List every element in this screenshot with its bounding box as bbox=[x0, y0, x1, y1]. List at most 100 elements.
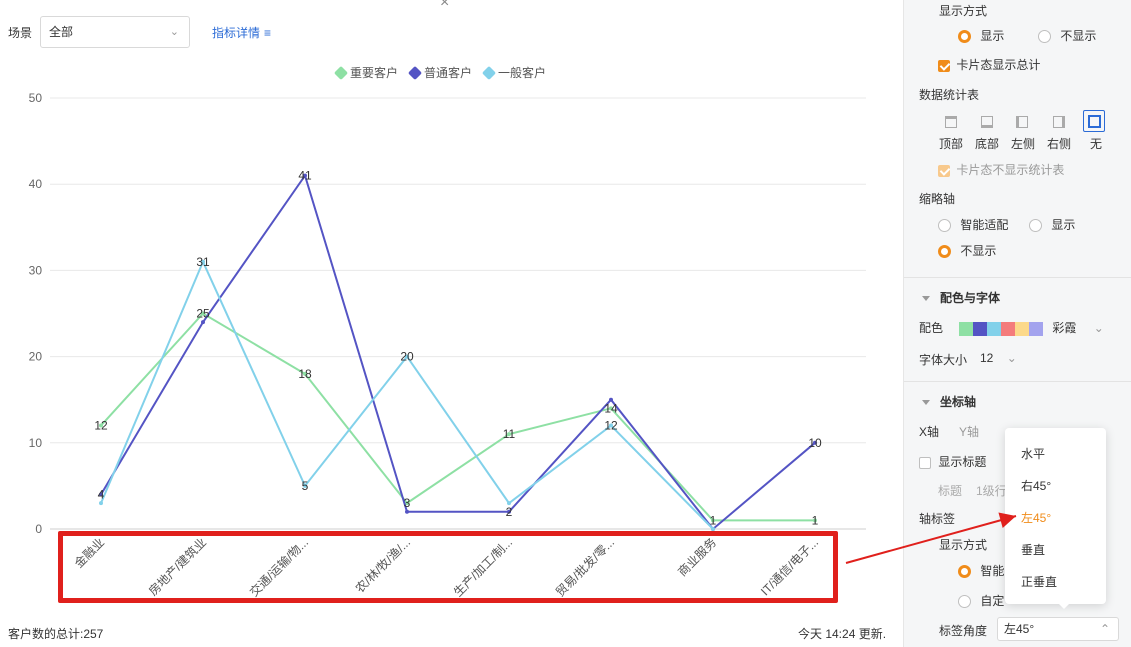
show-title-label: 显示标题 bbox=[938, 455, 987, 469]
legend-label: 一般客户 bbox=[498, 66, 547, 80]
scene-select[interactable]: 全部 ⌄ bbox=[40, 16, 190, 48]
palette-swatch bbox=[1029, 321, 1043, 336]
legend-item[interactable]: 一般客户 bbox=[481, 64, 547, 81]
chevron-down-icon: ⌄ bbox=[1093, 321, 1104, 335]
x-tick-label: 交通/运输/物... bbox=[246, 535, 311, 600]
palette-swatch bbox=[959, 321, 973, 336]
color-label: 配色 bbox=[919, 321, 944, 335]
checkbox-icon bbox=[919, 456, 931, 469]
data-label: 31 bbox=[196, 255, 210, 269]
y-tick-label: 40 bbox=[29, 177, 43, 191]
thumb-show-option[interactable]: 显示 bbox=[1029, 216, 1075, 233]
dropdown-caret bbox=[1057, 602, 1071, 609]
label-angle-label: 标签角度 bbox=[939, 624, 988, 638]
display-hide-option[interactable]: 不显示 bbox=[1038, 27, 1096, 44]
scene-value: 全部 bbox=[49, 25, 74, 39]
y-tick-label: 30 bbox=[29, 263, 43, 277]
palette-swatch bbox=[987, 321, 1001, 336]
data-label: 4 bbox=[98, 488, 105, 502]
data-point bbox=[99, 501, 103, 506]
x-tick-label: 房地产/建筑业 bbox=[145, 535, 209, 599]
y-tick-label: 0 bbox=[35, 522, 42, 536]
scene-label: 场景 bbox=[8, 26, 33, 40]
dropdown-option-vertical[interactable]: 垂直 bbox=[1021, 541, 1045, 558]
x-tick-label: 金融业 bbox=[71, 535, 107, 571]
legend-marker bbox=[333, 65, 349, 80]
y-tick-label: 10 bbox=[29, 436, 43, 450]
palette-swatches bbox=[959, 321, 1043, 336]
label-angle-value: 左45° bbox=[1004, 622, 1035, 636]
legend-label: 重要客户 bbox=[350, 66, 399, 80]
chart-legend: 重要客户 普通客户 一般客户 bbox=[333, 64, 547, 81]
data-label: 10 bbox=[808, 436, 822, 450]
legend-item[interactable]: 普通客户 bbox=[407, 64, 472, 81]
layout-left-icon bbox=[1016, 116, 1028, 128]
y-tick-label: 50 bbox=[29, 91, 43, 105]
axis-label-title: 轴标签 bbox=[919, 512, 956, 526]
series-line bbox=[100, 312, 815, 522]
root: × 场景 全部 ⌄ 指标详情 ≡ 重要客户 普通客户 一般客户 0 10 20 30 40… bbox=[0, 0, 1131, 647]
stats-right-label: 右侧 bbox=[1047, 137, 1072, 151]
thumb-axis-title: 缩略轴 bbox=[919, 192, 956, 206]
layout-top-icon bbox=[945, 116, 957, 128]
thumb-show-label: 显示 bbox=[1051, 218, 1076, 232]
chevron-down-icon: ⌄ bbox=[169, 26, 179, 38]
axis-section[interactable]: 坐标轴 bbox=[922, 393, 976, 410]
palette-swatch bbox=[1015, 321, 1029, 336]
display-mode-title: 显示方式 bbox=[939, 4, 988, 18]
metric-detail-link[interactable]: 指标详情 ≡ bbox=[212, 24, 271, 41]
stats-none-label: 无 bbox=[1090, 137, 1103, 151]
stats-bottom-option[interactable] bbox=[976, 111, 998, 133]
axis-title: 坐标轴 bbox=[940, 395, 977, 409]
radio-icon bbox=[958, 30, 971, 44]
data-label: 14 bbox=[604, 401, 618, 415]
radio-icon bbox=[958, 565, 971, 579]
palette-swatch bbox=[1001, 321, 1015, 336]
tab-x-axis[interactable]: X轴 bbox=[919, 423, 939, 440]
display-hide-label: 不显示 bbox=[1060, 29, 1097, 43]
x-tick-label: 生产/加工/制... bbox=[451, 535, 515, 599]
thumb-smart-option[interactable]: 智能适配 bbox=[938, 216, 1008, 233]
y-tick-label: 20 bbox=[29, 350, 43, 364]
checkbox-icon bbox=[938, 59, 950, 72]
label-angle-dropdown: 水平 右45° 左45° 垂直 正垂直 bbox=[1005, 428, 1106, 609]
x-tick-label: IT/通信/电子... bbox=[758, 535, 821, 598]
line-chart: 0 10 20 30 40 50 12 4 31 25 41 18 5 20 3 11 2 14 12 1 10 1 金融业… bbox=[29, 91, 866, 600]
display-show-label: 显示 bbox=[980, 29, 1005, 43]
card-total-checkbox[interactable]: 卡片态显示总计 bbox=[938, 56, 1040, 73]
total-count: 客户数的总计:257 bbox=[8, 627, 104, 641]
font-size-label: 字体大小 bbox=[919, 353, 968, 367]
palette-name: 彩霞 bbox=[1052, 321, 1077, 335]
axis-custom-option[interactable]: 自定 bbox=[958, 592, 1004, 609]
chart-panel: × 场景 全部 ⌄ 指标详情 ≡ 重要客户 普通客户 一般客户 0 10 20 30 40… bbox=[0, 0, 903, 647]
stats-top-option[interactable] bbox=[940, 111, 962, 133]
color-font-section[interactable]: 配色与字体 bbox=[922, 289, 1000, 306]
radio-icon bbox=[938, 245, 951, 259]
dropdown-option-right45[interactable]: 右45° bbox=[1021, 477, 1051, 494]
dropdown-option-upright[interactable]: 正垂直 bbox=[1021, 573, 1057, 590]
axis-smart-option[interactable]: 智能 bbox=[958, 562, 1004, 579]
layout-none-icon bbox=[1087, 114, 1101, 128]
palette-select[interactable]: 彩霞 ⌄ bbox=[959, 319, 1104, 336]
label-angle-select[interactable]: 左45° ⌃ bbox=[997, 617, 1119, 641]
stats-bottom-label: 底部 bbox=[975, 137, 1000, 151]
dropdown-option-left45[interactable]: 左45° bbox=[1021, 509, 1051, 526]
legend-item[interactable]: 重要客户 bbox=[333, 64, 399, 81]
stats-none-option[interactable] bbox=[1083, 110, 1105, 132]
display-show-option[interactable]: 显示 bbox=[958, 27, 1004, 44]
stats-left-option[interactable] bbox=[1011, 111, 1033, 133]
dropdown-option-horizontal[interactable]: 水平 bbox=[1021, 445, 1045, 462]
tab-y-axis[interactable]: Y轴 bbox=[959, 423, 979, 440]
show-title-checkbox[interactable]: 显示标题 bbox=[919, 453, 986, 470]
stats-right-option[interactable] bbox=[1048, 111, 1070, 133]
stats-top-label: 顶部 bbox=[939, 137, 964, 151]
radio-icon bbox=[1038, 30, 1051, 44]
thumb-hide-option[interactable]: 不显示 bbox=[938, 242, 996, 259]
card-no-stats-checkbox[interactable]: 卡片态不显示统计表 bbox=[938, 161, 1064, 178]
close-icon[interactable]: × bbox=[440, 0, 449, 12]
stats-left-label: 左侧 bbox=[1011, 137, 1036, 151]
list-icon: ≡ bbox=[264, 26, 272, 40]
color-font-title: 配色与字体 bbox=[940, 291, 1001, 305]
font-size-select[interactable]: 12 ⌄ bbox=[980, 351, 1017, 365]
thumb-smart-label: 智能适配 bbox=[960, 218, 1009, 232]
